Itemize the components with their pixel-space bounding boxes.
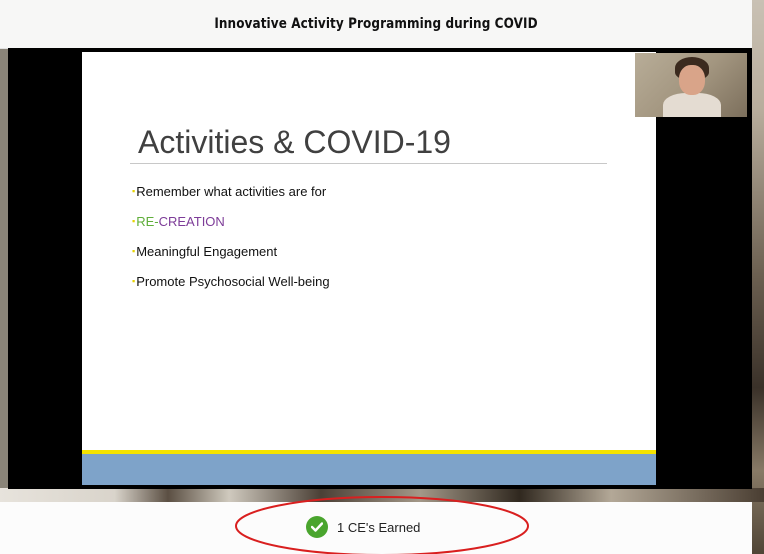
bullet-icon: ▪ [132,246,136,256]
slide-bullet: ▪ Remember what activities are for [132,176,330,206]
ce-earned-label: 1 CE's Earned [337,519,421,535]
presentation-slide: Activities & COVID-19 ▪ Remember what ac… [82,52,656,485]
bullet-text-re: RE- [136,213,159,229]
page-title: Innovative Activity Programming during C… [214,16,538,32]
slide-bullet: ▪ Promote Psychosocial Well-being [132,266,330,296]
slide-bullet-list: ▪ Remember what activities are for ▪ RE-… [132,176,330,296]
title-bar: Innovative Activity Programming during C… [0,0,752,49]
bullet-text: Promote Psychosocial Well-being [136,273,330,289]
presenter-face [679,65,705,95]
slide-bullet: ▪ RE- CREATION [132,206,330,236]
background-strip [0,488,764,502]
presenter-webcam [635,53,747,117]
slide-footer-band [82,454,656,485]
ce-earned-badge: 1 CE's Earned [306,516,420,538]
check-circle-icon [306,516,328,538]
slide-title: Activities & COVID-19 [138,124,451,160]
bullet-text: Remember what activities are for [136,183,327,199]
bullet-icon: ▪ [132,276,136,286]
slide-title-divider [130,163,607,164]
bullet-icon: ▪ [132,186,136,196]
bullet-text: Meaningful Engagement [136,243,278,259]
bullet-text-creation: CREATION [158,213,225,229]
presenter-body [663,93,721,117]
slide-bullet: ▪ Meaningful Engagement [132,236,330,266]
bullet-icon: ▪ [132,216,136,226]
video-player[interactable]: Activities & COVID-19 ▪ Remember what ac… [8,48,752,489]
background-edge [752,0,764,554]
